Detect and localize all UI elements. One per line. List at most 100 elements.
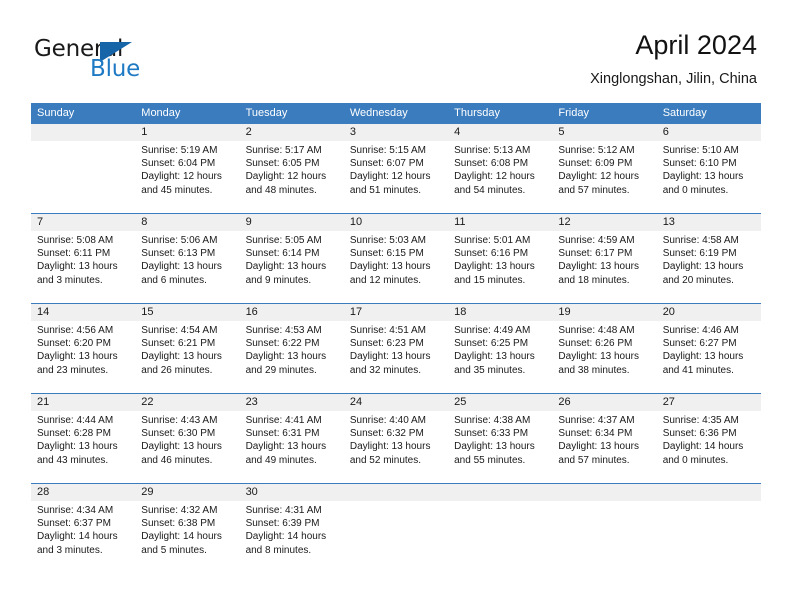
day-cell-30[interactable]: Sunrise: 4:31 AM Sunset: 6:39 PM Daylight:… xyxy=(240,501,344,573)
day-number-30[interactable]: 30 xyxy=(240,484,344,501)
day-cell-22[interactable]: Sunrise: 4:43 AM Sunset: 6:30 PM Daylight:… xyxy=(135,411,239,483)
daylight-text: Daylight: 13 hours xyxy=(37,351,118,363)
day-number-26[interactable]: 26 xyxy=(552,394,656,411)
day-number-21[interactable]: 21 xyxy=(31,394,135,411)
daylight-text: Daylight: 13 hours xyxy=(141,441,222,453)
day-cell-23[interactable]: Sunrise: 4:41 AM Sunset: 6:31 PM Daylight:… xyxy=(240,411,344,483)
daylight-text: Daylight: 13 hours xyxy=(349,441,431,453)
sunset-text: Sunset: 6:38 PM xyxy=(141,518,216,530)
day-number-13[interactable]: 13 xyxy=(657,214,761,231)
day-cell-26[interactable]: Sunrise: 4:37 AM Sunset: 6:34 PM Daylight:… xyxy=(552,411,656,483)
day-cell-16[interactable]: Sunrise: 4:53 AM Sunset: 6:22 PM Daylight:… xyxy=(240,321,344,393)
day-cell-2[interactable]: Sunrise: 5:17 AM Sunset: 6:05 PM Daylight:… xyxy=(240,141,344,213)
sunset-text: Sunset: 6:21 PM xyxy=(141,338,216,350)
sunset-text: Sunset: 6:16 PM xyxy=(454,248,529,260)
daylight-text: Daylight: 14 hours xyxy=(37,531,118,543)
day-cell-18[interactable]: Sunrise: 4:49 AM Sunset: 6:25 PM Daylight:… xyxy=(448,321,552,393)
daylight-text: Daylight: 12 hours xyxy=(558,171,640,183)
day-number-19[interactable]: 19 xyxy=(552,304,656,321)
day-cell-17[interactable]: Sunrise: 4:51 AM Sunset: 6:23 PM Daylight:… xyxy=(344,321,448,393)
day-number-18[interactable]: 18 xyxy=(448,304,552,321)
day-number-empty xyxy=(31,124,135,141)
day-number-3[interactable]: 3 xyxy=(344,124,448,141)
daylight-text-cont: and 23 minutes. xyxy=(37,364,109,376)
day-cell-3[interactable]: Sunrise: 5:15 AM Sunset: 6:07 PM Daylight:… xyxy=(344,141,448,213)
week-detail-band: Sunrise: 4:44 AM Sunset: 6:28 PM Daylight:… xyxy=(31,411,761,483)
day-cell-5[interactable]: Sunrise: 5:12 AM Sunset: 6:09 PM Daylight:… xyxy=(552,141,656,213)
sunrise-text: Sunrise: 5:06 AM xyxy=(141,235,218,246)
day-cell-14[interactable]: Sunrise: 4:56 AM Sunset: 6:20 PM Daylight:… xyxy=(31,321,135,393)
daylight-text: Daylight: 13 hours xyxy=(558,261,640,273)
day-cell-20[interactable]: Sunrise: 4:46 AM Sunset: 6:27 PM Daylight:… xyxy=(657,321,761,393)
daylight-text: Daylight: 14 hours xyxy=(141,531,222,543)
day-number-29[interactable]: 29 xyxy=(135,484,239,501)
daylight-text-cont: and 35 minutes. xyxy=(454,364,526,376)
day-number-11[interactable]: 11 xyxy=(448,214,552,231)
daylight-text-cont: and 57 minutes. xyxy=(558,454,630,466)
day-number-28[interactable]: 28 xyxy=(31,484,135,501)
sunset-text: Sunset: 6:13 PM xyxy=(141,248,216,260)
day-cell-29[interactable]: Sunrise: 4:32 AM Sunset: 6:38 PM Daylight:… xyxy=(135,501,239,573)
daylight-text: Daylight: 13 hours xyxy=(558,441,640,453)
week-date-number-band: 14 15 16 17 18 19 20 xyxy=(31,304,761,321)
weekday-header-wednesday: Wednesday xyxy=(349,107,408,119)
sunset-text: Sunset: 6:28 PM xyxy=(37,428,111,440)
day-number-20[interactable]: 20 xyxy=(657,304,761,321)
day-number-12[interactable]: 12 xyxy=(552,214,656,231)
day-number-23[interactable]: 23 xyxy=(240,394,344,411)
sunset-text: Sunset: 6:04 PM xyxy=(141,158,216,170)
daylight-text-cont: and 55 minutes. xyxy=(454,454,526,466)
sunset-text: Sunset: 6:17 PM xyxy=(558,248,633,260)
day-cell-11[interactable]: Sunrise: 5:01 AM Sunset: 6:16 PM Daylight:… xyxy=(448,231,552,303)
daylight-text-cont: and 48 minutes. xyxy=(245,184,317,196)
day-cell-7[interactable]: Sunrise: 5:08 AM Sunset: 6:11 PM Daylight:… xyxy=(31,231,135,303)
day-number-14[interactable]: 14 xyxy=(31,304,135,321)
day-number-1[interactable]: 1 xyxy=(135,124,239,141)
day-cell-empty xyxy=(448,501,552,573)
day-cell-1[interactable]: Sunrise: 5:19 AM Sunset: 6:04 PM Daylight:… xyxy=(135,141,239,213)
day-cell-19[interactable]: Sunrise: 4:48 AM Sunset: 6:26 PM Daylight:… xyxy=(552,321,656,393)
general-blue-logo[interactable]: General Blue xyxy=(34,36,214,88)
sunrise-text: Sunrise: 4:59 AM xyxy=(558,235,635,246)
day-cell-9[interactable]: Sunrise: 5:05 AM Sunset: 6:14 PM Daylight:… xyxy=(240,231,344,303)
day-number-4[interactable]: 4 xyxy=(448,124,552,141)
daylight-text-cont: and 46 minutes. xyxy=(141,454,213,466)
day-number-16[interactable]: 16 xyxy=(240,304,344,321)
calendar-week-row: 21 22 23 24 25 26 27 Sunrise: 4:44 AM Sunset: 6:… xyxy=(31,393,761,483)
sunrise-text: Sunrise: 4:32 AM xyxy=(141,505,218,516)
day-number-17[interactable]: 17 xyxy=(344,304,448,321)
day-cell-25[interactable]: Sunrise: 4:38 AM Sunset: 6:33 PM Daylight:… xyxy=(448,411,552,483)
daylight-text-cont: and 0 minutes. xyxy=(662,454,729,466)
day-number-8[interactable]: 8 xyxy=(135,214,239,231)
day-cell-4[interactable]: Sunrise: 5:13 AM Sunset: 6:08 PM Daylight:… xyxy=(448,141,552,213)
day-cell-27[interactable]: Sunrise: 4:35 AM Sunset: 6:36 PM Daylight:… xyxy=(657,411,761,483)
day-cell-13[interactable]: Sunrise: 4:58 AM Sunset: 6:19 PM Daylight:… xyxy=(657,231,761,303)
day-cell-28[interactable]: Sunrise: 4:34 AM Sunset: 6:37 PM Daylight:… xyxy=(31,501,135,573)
day-number-2[interactable]: 2 xyxy=(240,124,344,141)
day-cell-6[interactable]: Sunrise: 5:10 AM Sunset: 6:10 PM Daylight:… xyxy=(657,141,761,213)
day-number-24[interactable]: 24 xyxy=(344,394,448,411)
day-number-22[interactable]: 22 xyxy=(135,394,239,411)
day-number-10[interactable]: 10 xyxy=(344,214,448,231)
day-number-5[interactable]: 5 xyxy=(552,124,656,141)
day-number-empty xyxy=(344,484,448,501)
day-number-6[interactable]: 6 xyxy=(657,124,761,141)
daylight-text: Daylight: 13 hours xyxy=(454,351,535,363)
day-cell-10[interactable]: Sunrise: 5:03 AM Sunset: 6:15 PM Daylight:… xyxy=(344,231,448,303)
day-cell-24[interactable]: Sunrise: 4:40 AM Sunset: 6:32 PM Daylight:… xyxy=(344,411,448,483)
day-number-15[interactable]: 15 xyxy=(135,304,239,321)
day-cell-12[interactable]: Sunrise: 4:59 AM Sunset: 6:17 PM Daylight:… xyxy=(552,231,656,303)
day-cell-21[interactable]: Sunrise: 4:44 AM Sunset: 6:28 PM Daylight:… xyxy=(31,411,135,483)
day-cell-8[interactable]: Sunrise: 5:06 AM Sunset: 6:13 PM Daylight:… xyxy=(135,231,239,303)
day-cell-15[interactable]: Sunrise: 4:54 AM Sunset: 6:21 PM Daylight:… xyxy=(135,321,239,393)
sunset-text: Sunset: 6:26 PM xyxy=(558,338,633,350)
day-number-25[interactable]: 25 xyxy=(448,394,552,411)
daylight-text: Daylight: 13 hours xyxy=(37,441,118,453)
daylight-text-cont: and 3 minutes. xyxy=(37,544,103,556)
daylight-text-cont: and 41 minutes. xyxy=(662,364,734,376)
day-number-7[interactable]: 7 xyxy=(31,214,135,231)
day-number-9[interactable]: 9 xyxy=(240,214,344,231)
week-date-number-band: 28 29 30 xyxy=(31,484,761,501)
day-number-27[interactable]: 27 xyxy=(657,394,761,411)
sunrise-text: Sunrise: 5:01 AM xyxy=(454,235,531,246)
